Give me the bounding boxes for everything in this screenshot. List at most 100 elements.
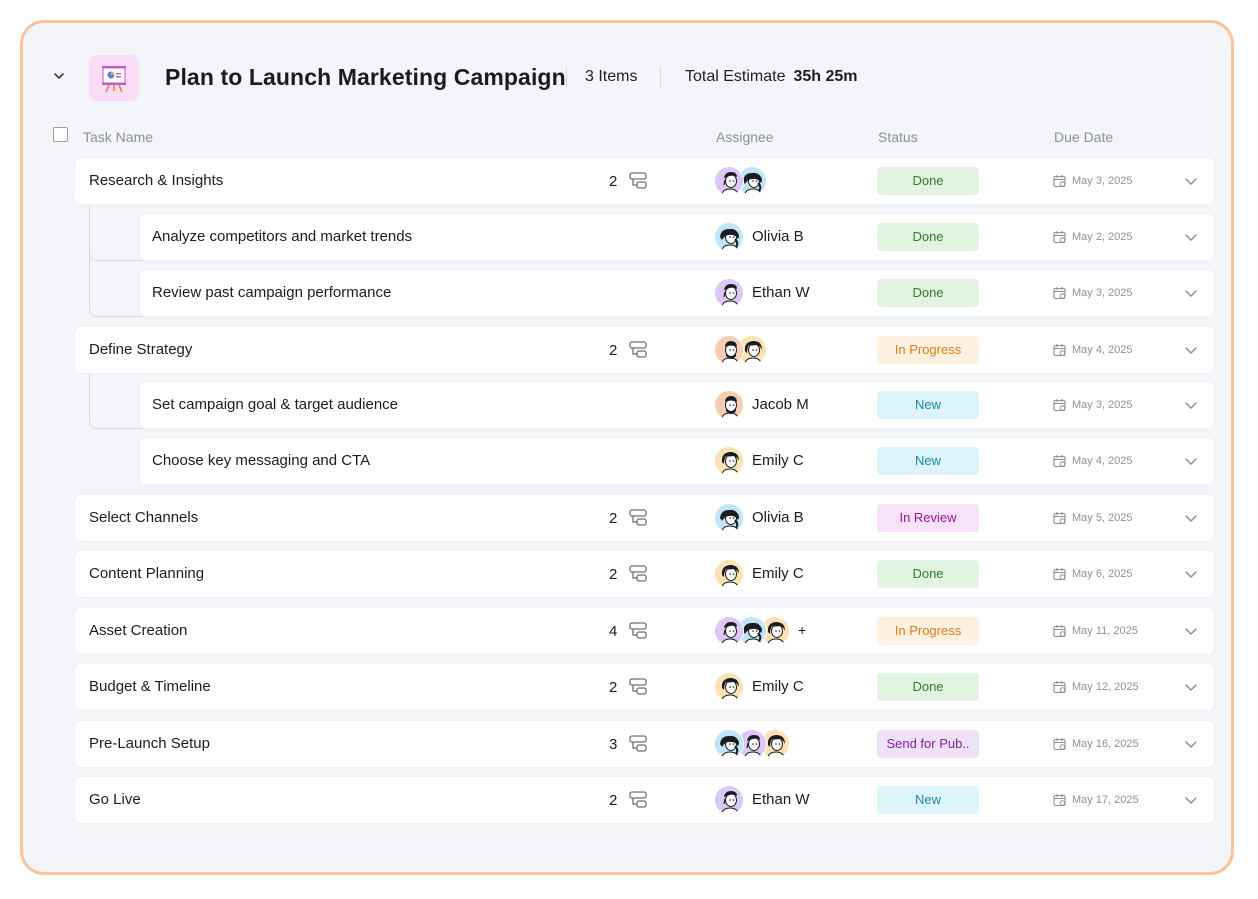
calendar-icon bbox=[1053, 455, 1066, 468]
subtask-name[interactable]: Choose key messaging and CTA bbox=[152, 452, 370, 469]
due-date[interactable]: May 12, 2025 bbox=[1072, 681, 1139, 693]
subtask-name[interactable]: Analyze competitors and market trends bbox=[152, 228, 412, 245]
chevron-down-icon[interactable] bbox=[1184, 793, 1198, 807]
task-row[interactable]: Select Channels 2 Olivia B In Review May 5, … bbox=[75, 495, 1214, 541]
task-row[interactable]: Go Live 2 Ethan W New May 17, 2025 bbox=[75, 777, 1214, 823]
subtask-count: 2 bbox=[609, 792, 618, 809]
due-date[interactable]: May 11, 2025 bbox=[1072, 625, 1138, 637]
subtasks-icon[interactable] bbox=[628, 734, 648, 754]
subtasks-icon[interactable] bbox=[628, 677, 648, 697]
assignee-name: Ethan W bbox=[752, 284, 810, 301]
chevron-down-icon[interactable] bbox=[1184, 511, 1198, 525]
subtasks-icon[interactable] bbox=[628, 564, 648, 584]
task-name[interactable]: Budget & Timeline bbox=[89, 678, 211, 695]
task-name[interactable]: Define Strategy bbox=[89, 341, 192, 358]
status-badge[interactable]: In Review bbox=[877, 504, 979, 532]
subtasks-icon[interactable] bbox=[628, 790, 648, 810]
status-badge[interactable]: In Progress bbox=[877, 336, 979, 364]
chevron-down-icon[interactable] bbox=[1184, 174, 1198, 188]
status-badge[interactable]: New bbox=[877, 786, 979, 814]
subtask-name[interactable]: Set campaign goal & target audience bbox=[152, 396, 398, 413]
chevron-down-icon[interactable] bbox=[1184, 398, 1198, 412]
calendar-icon bbox=[1053, 568, 1066, 581]
task-row[interactable]: Budget & Timeline 2 Emily C Done May 12, 202… bbox=[75, 664, 1214, 710]
chevron-down-icon[interactable] bbox=[1184, 230, 1198, 244]
avatar bbox=[714, 446, 744, 476]
assignee-name: Emily C bbox=[752, 678, 804, 695]
select-all-checkbox[interactable] bbox=[53, 127, 68, 142]
task-row[interactable]: Research & Insights 2 Done May 3, 2025 bbox=[75, 158, 1214, 204]
task-name[interactable]: Research & Insights bbox=[89, 172, 223, 189]
avatar bbox=[714, 278, 744, 308]
task-name[interactable]: Select Channels bbox=[89, 509, 198, 526]
task-row[interactable]: Content Planning 2 Emily C Done May 6, 2025 bbox=[75, 551, 1214, 597]
task-row[interactable]: Asset Creation 4 + In Progress May 11, 2025 bbox=[75, 608, 1214, 654]
subtask-count: 2 bbox=[609, 342, 618, 359]
task-name[interactable]: Asset Creation bbox=[89, 622, 187, 639]
more-assignees[interactable]: + bbox=[798, 622, 806, 638]
assignee-name: Olivia B bbox=[752, 228, 804, 245]
tree-connector bbox=[89, 204, 141, 261]
calendar-icon bbox=[1053, 794, 1066, 807]
due-date[interactable]: May 16, 2025 bbox=[1072, 738, 1139, 750]
status-badge[interactable]: Done bbox=[877, 223, 979, 251]
subtasks-icon[interactable] bbox=[628, 171, 648, 191]
due-date[interactable]: May 6, 2025 bbox=[1072, 568, 1133, 580]
avatar bbox=[714, 390, 744, 420]
divider bbox=[660, 67, 661, 89]
column-header-task-name[interactable]: Task Name bbox=[83, 129, 153, 145]
status-badge[interactable]: Done bbox=[877, 673, 979, 701]
subtask-row[interactable]: Analyze competitors and market trends Oli… bbox=[140, 214, 1214, 260]
subtask-name[interactable]: Review past campaign performance bbox=[152, 284, 391, 301]
column-header-status[interactable]: Status bbox=[878, 129, 918, 145]
subtasks-icon[interactable] bbox=[628, 340, 648, 360]
subtasks-icon[interactable] bbox=[628, 508, 648, 528]
subtask-row[interactable]: Review past campaign performance Ethan W D… bbox=[140, 270, 1214, 316]
status-badge[interactable]: In Progress bbox=[877, 617, 979, 645]
due-date[interactable]: May 5, 2025 bbox=[1072, 512, 1133, 524]
avatar bbox=[714, 616, 744, 646]
assignee-name: Jacob M bbox=[752, 396, 809, 413]
status-badge[interactable]: Send for Pub.. bbox=[877, 730, 979, 758]
avatar bbox=[714, 222, 744, 252]
avatar bbox=[714, 729, 744, 759]
task-row[interactable]: Pre-Launch Setup 3 Send for Pub.. May 16, 2… bbox=[75, 721, 1214, 767]
status-badge[interactable]: Done bbox=[877, 279, 979, 307]
status-badge[interactable]: Done bbox=[877, 167, 979, 195]
column-header-assignee[interactable]: Assignee bbox=[716, 129, 774, 145]
items-count: 3 Items bbox=[585, 68, 638, 85]
chevron-down-icon[interactable] bbox=[1184, 624, 1198, 638]
subtask-row[interactable]: Choose key messaging and CTA Emily C New Ma… bbox=[140, 438, 1214, 484]
task-name[interactable]: Pre-Launch Setup bbox=[89, 735, 210, 752]
calendar-icon bbox=[1053, 399, 1066, 412]
avatar bbox=[714, 335, 744, 365]
due-date[interactable]: May 3, 2025 bbox=[1072, 175, 1133, 187]
due-date[interactable]: May 4, 2025 bbox=[1072, 455, 1133, 467]
status-badge[interactable]: New bbox=[877, 447, 979, 475]
status-badge[interactable]: New bbox=[877, 391, 979, 419]
chevron-down-icon[interactable] bbox=[1184, 286, 1198, 300]
task-row[interactable]: Define Strategy 2 In Progress May 4, 2025 bbox=[75, 327, 1214, 373]
chevron-down-icon[interactable] bbox=[1184, 454, 1198, 468]
due-date[interactable]: May 3, 2025 bbox=[1072, 399, 1133, 411]
subtasks-icon[interactable] bbox=[628, 621, 648, 641]
column-header-due-date[interactable]: Due Date bbox=[1054, 129, 1113, 145]
assignee-name: Ethan W bbox=[752, 791, 810, 808]
chevron-down-icon[interactable] bbox=[51, 68, 67, 84]
status-badge[interactable]: Done bbox=[877, 560, 979, 588]
subtask-count: 2 bbox=[609, 566, 618, 583]
due-date[interactable]: May 3, 2025 bbox=[1072, 287, 1133, 299]
calendar-icon bbox=[1053, 681, 1066, 694]
avatar bbox=[714, 785, 744, 815]
chevron-down-icon[interactable] bbox=[1184, 737, 1198, 751]
due-date[interactable]: May 2, 2025 bbox=[1072, 231, 1133, 243]
subtask-row[interactable]: Set campaign goal & target audience Jacob… bbox=[140, 382, 1214, 428]
due-date[interactable]: May 17, 2025 bbox=[1072, 794, 1139, 806]
estimate-label: Total Estimate bbox=[685, 68, 786, 85]
chevron-down-icon[interactable] bbox=[1184, 343, 1198, 357]
chevron-down-icon[interactable] bbox=[1184, 567, 1198, 581]
chevron-down-icon[interactable] bbox=[1184, 680, 1198, 694]
task-name[interactable]: Go Live bbox=[89, 791, 141, 808]
due-date[interactable]: May 4, 2025 bbox=[1072, 344, 1133, 356]
task-name[interactable]: Content Planning bbox=[89, 565, 204, 582]
